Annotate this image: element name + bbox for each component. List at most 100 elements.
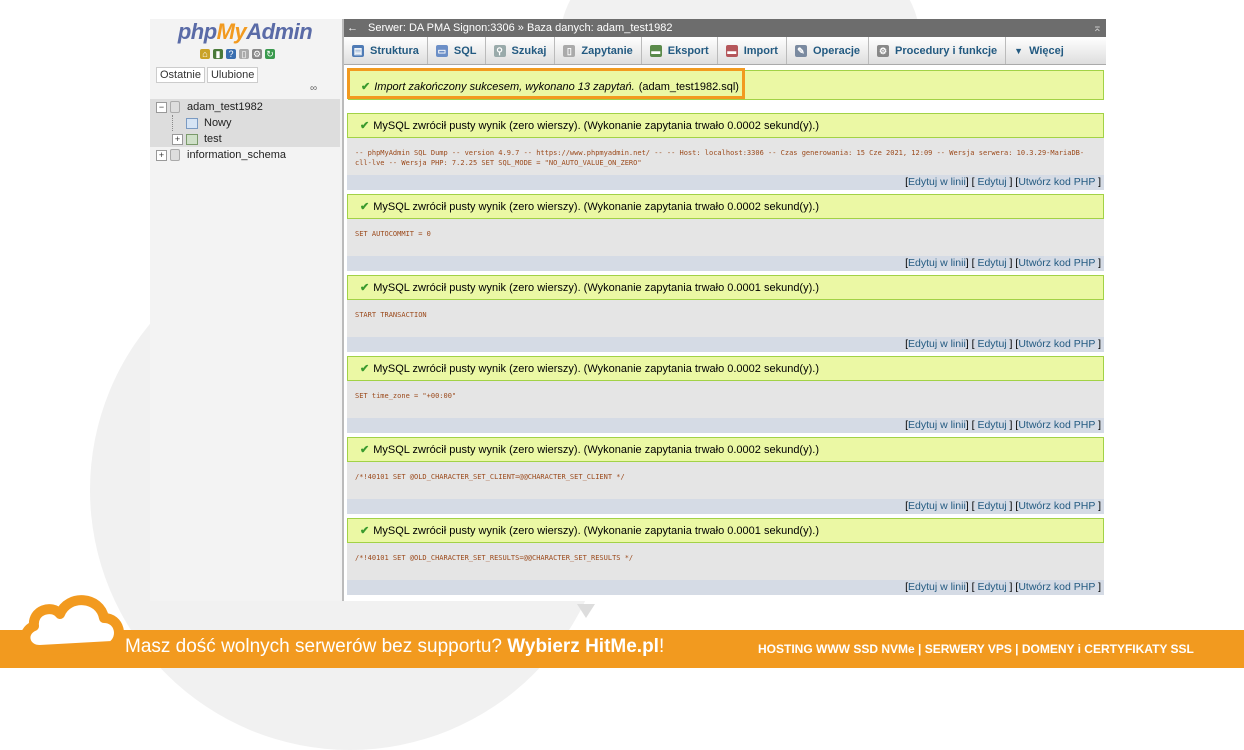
breadcrumb[interactable]: Serwer: DA PMA Signon:3306 » Baza danych…: [368, 19, 673, 37]
nav-icons: ⌂ ▮ ? ▯ ⚙ ↻: [200, 49, 275, 59]
sql-query-text: START TRANSACTION: [347, 300, 1104, 337]
tab-more[interactable]: ▼ Więcej: [1006, 37, 1072, 64]
edit-inline-link[interactable]: Edytuj w linii: [908, 257, 966, 269]
tab-favorites[interactable]: Ulubione: [206, 67, 259, 83]
banner-slogan: Masz dość wolnych serwerów bez supportu?…: [125, 636, 665, 657]
tab-export[interactable]: ▬ Eksport: [642, 37, 718, 64]
import-icon: ▬: [725, 44, 738, 57]
sql-icon: ▭: [435, 44, 448, 57]
result-block: ✔ MySQL zwrócił pusty wynik (zero wierszy…: [347, 275, 1104, 352]
structure-icon: ▤: [352, 44, 364, 57]
tab-recent[interactable]: Ostatnie: [156, 67, 205, 83]
edit-inline-link[interactable]: Edytuj w linii: [908, 176, 966, 188]
expand-icon[interactable]: +: [156, 150, 167, 161]
back-arrow-icon[interactable]: ←: [347, 19, 358, 37]
logout-icon[interactable]: ▮: [213, 49, 223, 59]
settings-icon[interactable]: ⚙: [252, 49, 262, 59]
success-check-icon: ✔: [360, 444, 370, 456]
tab-structure[interactable]: ▤ Struktura: [344, 37, 428, 64]
breadcrumb-bar: ← Serwer: DA PMA Signon:3306 » Baza dany…: [344, 19, 1106, 37]
edit-inline-link[interactable]: Edytuj w linii: [908, 419, 966, 431]
result-block: ✔ MySQL zwrócił pusty wynik (zero wierszy…: [347, 194, 1104, 271]
main-content: ← Serwer: DA PMA Signon:3306 » Baza dany…: [344, 19, 1106, 601]
result-block: ✔ MySQL zwrócił pusty wynik (zero wierszy…: [347, 437, 1104, 514]
tab-sql[interactable]: ▭ SQL: [428, 37, 486, 64]
sql-query-text: /*!40101 SET @OLD_CHARACTER_SET_RESULTS=…: [347, 543, 1104, 580]
banner-services: HOSTING WWW SSD NVMe | SERWERY VPS | DOM…: [758, 642, 1194, 656]
home-icon[interactable]: ⌂: [200, 49, 210, 59]
create-php-link[interactable]: Utwórz kod PHP: [1018, 581, 1095, 593]
edit-link[interactable]: Edytuj: [977, 176, 1006, 188]
result-actions: [Edytuj w linii] [ Edytuj ] [Utwórz kod …: [347, 499, 1104, 514]
tree-db-adam[interactable]: − adam_test1982: [150, 99, 340, 115]
tab-search[interactable]: ⚲ Szukaj: [486, 37, 556, 64]
edit-link[interactable]: Edytuj: [977, 500, 1006, 512]
result-message: ✔ MySQL zwrócił pusty wynik (zero wierszy…: [347, 113, 1104, 138]
success-check-icon: ✔: [360, 120, 370, 132]
query-icon: ▯: [563, 44, 576, 57]
database-tree: − adam_test1982 Nowy + test + informatio…: [150, 99, 340, 163]
tab-query[interactable]: ▯ Zapytanie: [555, 37, 642, 64]
phpmyadmin-window: phpMyAdmin ⌂ ▮ ? ▯ ⚙ ↻ Ostatnie Ulubione…: [150, 19, 1106, 601]
database-icon: [170, 101, 180, 113]
tree-new-table[interactable]: Nowy: [150, 115, 340, 147]
chevron-down-icon: ▼: [1014, 45, 1024, 56]
tab-routines[interactable]: ⚙ Procedury i funkcje: [869, 37, 1007, 64]
result-block: ✔ MySQL zwrócił pusty wynik (zero wierszy…: [347, 113, 1104, 190]
edit-inline-link[interactable]: Edytuj w linii: [908, 581, 966, 593]
database-icon: [170, 149, 180, 161]
recent-favorites-tabs: Ostatnie Ulubione: [156, 67, 259, 83]
create-php-link[interactable]: Utwórz kod PHP: [1018, 500, 1095, 512]
result-message: ✔ MySQL zwrócił pusty wynik (zero wierszy…: [347, 275, 1104, 300]
success-check-icon: ✔: [360, 201, 370, 213]
new-table-icon: [186, 118, 198, 129]
edit-inline-link[interactable]: Edytuj w linii: [908, 500, 966, 512]
sql-query-text: /*!40101 SET @OLD_CHARACTER_SET_CLIENT=@…: [347, 462, 1104, 499]
result-actions: [Edytuj w linii] [ Edytuj ] [Utwórz kod …: [347, 256, 1104, 271]
highlight-frame: [347, 68, 745, 99]
result-block: ✔ MySQL zwrócił pusty wynik (zero wierszy…: [347, 356, 1104, 433]
wrench-icon: ✎: [794, 44, 807, 57]
table-icon: [186, 134, 198, 145]
result-message: ✔ MySQL zwrócił pusty wynik (zero wierszy…: [347, 437, 1104, 462]
sql-query-text: SET time_zone = "+00:00": [347, 381, 1104, 418]
phpmyadmin-logo[interactable]: phpMyAdmin: [150, 19, 340, 45]
edit-link[interactable]: Edytuj: [977, 419, 1006, 431]
result-block: ✔ MySQL zwrócił pusty wynik (zero wierszy…: [347, 518, 1104, 595]
edit-inline-link[interactable]: Edytuj w linii: [908, 338, 966, 350]
sql-query-text: SET AUTOCOMMIT = 0: [347, 219, 1104, 256]
reload-icon[interactable]: ↻: [265, 49, 275, 59]
link-icon[interactable]: ∞: [310, 83, 317, 94]
tab-import[interactable]: ▬ Import: [718, 37, 787, 64]
help-icon[interactable]: ?: [226, 49, 236, 59]
result-actions: [Edytuj w linii] [ Edytuj ] [Utwórz kod …: [347, 337, 1104, 352]
cloud-logo-icon: [20, 595, 124, 655]
routines-icon: ⚙: [877, 44, 890, 57]
expand-icon[interactable]: +: [172, 134, 183, 145]
tree-db-information-schema[interactable]: + information_schema: [150, 147, 340, 163]
sql-query-text: -- phpMyAdmin SQL Dump -- version 4.9.7 …: [347, 138, 1104, 175]
create-php-link[interactable]: Utwórz kod PHP: [1018, 419, 1095, 431]
create-php-link[interactable]: Utwórz kod PHP: [1018, 338, 1095, 350]
edit-link[interactable]: Edytuj: [977, 338, 1006, 350]
search-icon: ⚲: [493, 44, 506, 57]
success-check-icon: ✔: [360, 525, 370, 537]
result-message: ✔ MySQL zwrócił pusty wynik (zero wierszy…: [347, 356, 1104, 381]
result-actions: [Edytuj w linii] [ Edytuj ] [Utwórz kod …: [347, 418, 1104, 433]
create-php-link[interactable]: Utwórz kod PHP: [1018, 176, 1095, 188]
success-check-icon: ✔: [360, 282, 370, 294]
collapse-icon[interactable]: −: [156, 102, 167, 113]
edit-link[interactable]: Edytuj: [977, 257, 1006, 269]
result-message: ✔ MySQL zwrócił pusty wynik (zero wierszy…: [347, 194, 1104, 219]
tab-operations[interactable]: ✎ Operacje: [787, 37, 870, 64]
result-actions: [Edytuj w linii] [ Edytuj ] [Utwórz kod …: [347, 580, 1104, 595]
edit-link[interactable]: Edytuj: [977, 581, 1006, 593]
result-message: ✔ MySQL zwrócił pusty wynik (zero wierszy…: [347, 518, 1104, 543]
collapse-top-icon[interactable]: ⌅: [1093, 19, 1102, 37]
scroll-down-arrow-icon: [577, 604, 595, 618]
create-php-link[interactable]: Utwórz kod PHP: [1018, 257, 1095, 269]
tree-table-test[interactable]: + test: [150, 131, 340, 147]
success-check-icon: ✔: [360, 363, 370, 375]
navigation-panel: phpMyAdmin ⌂ ▮ ? ▯ ⚙ ↻ Ostatnie Ulubione…: [150, 19, 344, 601]
docs-icon[interactable]: ▯: [239, 49, 249, 59]
